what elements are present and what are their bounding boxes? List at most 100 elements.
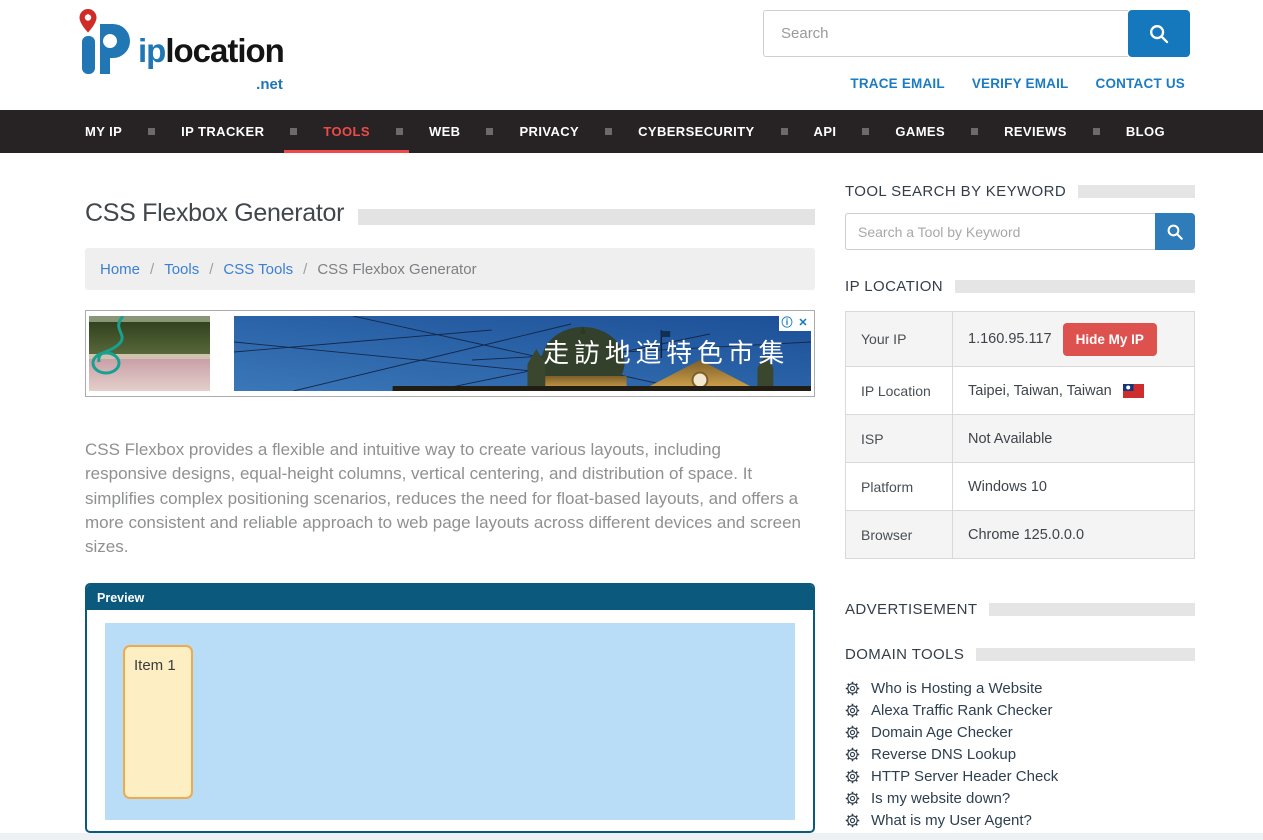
section-heading-text: DOMAIN TOOLS xyxy=(845,646,964,663)
header-quick-links: TRACE EMAIL VERIFY EMAIL CONTACT US xyxy=(850,76,1185,91)
site-logo[interactable]: iplocation .net xyxy=(76,8,284,78)
ip-row-value-text: Chrome 125.0.0.0 xyxy=(968,527,1084,543)
ad-image-station[interactable]: 走訪地道特色市集 ⓘ ✕ xyxy=(234,316,811,391)
ip-table-row-your-ip: Your IP 1.160.95.117 Hide My IP xyxy=(846,312,1194,366)
domain-tools-list: Who is Hosting a Website Alexa Traffic Ra… xyxy=(845,677,1195,831)
ip-row-label: Browser xyxy=(846,511,953,558)
title-decorative-bar xyxy=(358,209,815,225)
breadcrumb-separator: / xyxy=(150,261,154,278)
domain-tool-link-reverse-dns-lookup[interactable]: Reverse DNS Lookup xyxy=(845,743,1195,765)
header-link-verify-email[interactable]: VERIFY EMAIL xyxy=(972,76,1069,91)
site-header: iplocation .net TRACE EMAIL VERIFY EMAIL C… xyxy=(0,0,1263,110)
ad-controls: ⓘ ✕ xyxy=(779,316,811,331)
nav-separator xyxy=(781,128,788,135)
page-title-row: CSS Flexbox Generator xyxy=(85,199,815,228)
section-heading-domain-tools: DOMAIN TOOLS xyxy=(845,646,1195,663)
tool-search xyxy=(845,213,1195,250)
ip-row-label: IP Location xyxy=(846,367,953,414)
section-heading-ip-location: IP LOCATION xyxy=(845,278,1195,295)
domain-tool-link-alexa-traffic-rank-checker[interactable]: Alexa Traffic Rank Checker xyxy=(845,699,1195,721)
ip-table-row-browser: Browser Chrome 125.0.0.0 xyxy=(846,510,1194,558)
nav-item-blog[interactable]: BLOG xyxy=(1100,110,1191,153)
heading-decorative-bar xyxy=(989,603,1195,616)
domain-tool-link-who-is-hosting-a-website[interactable]: Who is Hosting a Website xyxy=(845,677,1195,699)
ip-table-row-ip-location: IP Location Taipei, Taiwan, Taiwan xyxy=(846,366,1194,414)
nav-item-api[interactable]: API xyxy=(788,110,863,153)
ip-row-value-text: Taipei, Taiwan, Taiwan xyxy=(968,383,1112,399)
domain-tool-label: Reverse DNS Lookup xyxy=(871,746,1016,763)
nav-separator xyxy=(148,128,155,135)
hide-my-ip-button[interactable]: Hide My IP xyxy=(1063,323,1157,356)
nav-separator xyxy=(290,128,297,135)
ip-row-label: Your IP xyxy=(846,312,953,366)
nav-separator xyxy=(1093,128,1100,135)
domain-tool-label: What is my User Agent? xyxy=(871,812,1032,829)
magnifier-icon xyxy=(1166,223,1184,241)
tool-search-input[interactable] xyxy=(845,213,1155,250)
page-title: CSS Flexbox Generator xyxy=(85,199,344,228)
logo-wordmark: iplocation .net xyxy=(138,32,284,78)
header-search-input[interactable] xyxy=(763,10,1128,57)
section-heading-tool-search: TOOL SEARCH BY KEYWORD xyxy=(845,183,1195,200)
gear-icon xyxy=(845,813,860,828)
section-heading-text: IP LOCATION xyxy=(845,278,943,295)
domain-tool-link-http-server-header-check[interactable]: HTTP Server Header Check xyxy=(845,765,1195,787)
nav-item-web[interactable]: WEB xyxy=(403,110,487,153)
ip-row-value: Windows 10 xyxy=(953,463,1055,510)
ip-location-table: Your IP 1.160.95.117 Hide My IP IP Location… xyxy=(845,311,1195,559)
domain-tool-link-what-is-my-user-agent[interactable]: What is my User Agent? xyxy=(845,809,1195,831)
domain-tool-label: Domain Age Checker xyxy=(871,724,1013,741)
nav-item-games[interactable]: GAMES xyxy=(869,110,971,153)
domain-tool-link-domain-age-checker[interactable]: Domain Age Checker xyxy=(845,721,1195,743)
heading-decorative-bar xyxy=(1078,185,1195,198)
ip-row-value-text: 1.160.95.117 xyxy=(968,331,1052,347)
header-link-trace-email[interactable]: TRACE EMAIL xyxy=(850,76,944,91)
ip-pin-logo-icon xyxy=(76,8,134,78)
footer-strip xyxy=(0,833,1263,840)
ad-caption: 走訪地道特色市集 xyxy=(543,339,789,368)
section-heading-text: ADVERTISEMENT xyxy=(845,601,977,618)
nav-item-ip-tracker[interactable]: IP TRACKER xyxy=(155,110,290,153)
ip-row-value: Chrome 125.0.0.0 xyxy=(953,511,1092,558)
gear-icon xyxy=(845,769,860,784)
main-nav: MY IPIP TRACKERTOOLSWEBPRIVACYCYBERSECUR… xyxy=(0,110,1263,153)
nav-item-reviews[interactable]: REVIEWS xyxy=(978,110,1093,153)
breadcrumb-item-tools[interactable]: Tools xyxy=(164,261,199,278)
ad-info-icon[interactable]: ⓘ xyxy=(779,316,795,331)
ad-close-icon[interactable]: ✕ xyxy=(795,316,811,331)
ip-row-value-text: Windows 10 xyxy=(968,479,1047,495)
nav-separator xyxy=(486,128,493,135)
breadcrumb-item-css-tools[interactable]: CSS Tools xyxy=(223,261,293,278)
header-link-contact-us[interactable]: CONTACT US xyxy=(1096,76,1186,91)
tool-search-button[interactable] xyxy=(1155,213,1195,250)
ip-row-value: Not Available xyxy=(953,415,1060,462)
domain-tool-link-is-my-website-down[interactable]: Is my website down? xyxy=(845,787,1195,809)
magnifier-icon xyxy=(1148,23,1170,45)
header-search-button[interactable] xyxy=(1128,10,1190,57)
preview-panel-title: Preview xyxy=(97,591,144,605)
flexbox-preview-container: Item 1 xyxy=(105,623,795,820)
nav-item-tools[interactable]: TOOLS xyxy=(297,110,396,153)
preview-panel: Preview Item 1 xyxy=(85,583,815,833)
domain-tool-label: Is my website down? xyxy=(871,790,1010,807)
breadcrumb-item-home[interactable]: Home xyxy=(100,261,140,278)
nav-item-my-ip[interactable]: MY IP xyxy=(85,110,148,153)
ip-table-row-platform: PlatformWindows 10 xyxy=(846,462,1194,510)
flex-preview-item: Item 1 xyxy=(123,645,193,799)
section-heading-advertisement: ADVERTISEMENT xyxy=(845,601,1195,618)
gear-icon xyxy=(845,725,860,740)
taiwan-flag-icon xyxy=(1123,384,1144,398)
ip-row-value: 1.160.95.117 Hide My IP xyxy=(953,312,1165,366)
page: iplocation .net TRACE EMAIL VERIFY EMAIL C… xyxy=(0,0,1263,840)
gear-icon xyxy=(845,681,860,696)
nav-item-cybersecurity[interactable]: CYBERSECURITY xyxy=(612,110,780,153)
logo-text-location: location xyxy=(165,32,284,69)
nav-separator xyxy=(605,128,612,135)
domain-tool-label: Alexa Traffic Rank Checker xyxy=(871,702,1052,719)
nav-item-privacy[interactable]: PRIVACY xyxy=(493,110,605,153)
domain-tool-label: Who is Hosting a Website xyxy=(871,680,1042,697)
section-heading-text: TOOL SEARCH BY KEYWORD xyxy=(845,183,1066,200)
ad-image-pink-lake[interactable] xyxy=(89,316,210,391)
gear-icon xyxy=(845,791,860,806)
ad-banner[interactable]: 走訪地道特色市集 ⓘ ✕ xyxy=(85,310,815,397)
